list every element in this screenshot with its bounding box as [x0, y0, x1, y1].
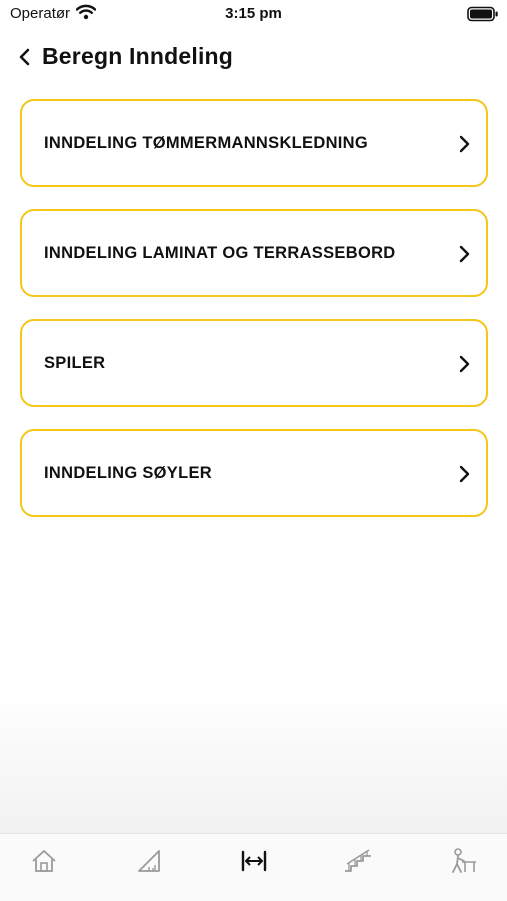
battery-icon	[467, 6, 499, 27]
menu-item-spiler[interactable]: SPILER	[20, 319, 488, 407]
page-title: Beregn Inndeling	[42, 43, 234, 69]
menu-item-label: INNDELING TØMMERMANNSKLEDNING	[44, 133, 369, 152]
back-button[interactable]	[14, 44, 38, 70]
menu-item-label: SPILER	[44, 353, 106, 372]
menu-list: INNDELING TØMMERMANNSKLEDNING INNDELING …	[20, 99, 488, 539]
tab-stairs[interactable]	[341, 846, 375, 876]
tab-angle[interactable]	[132, 846, 166, 876]
bottom-fade	[0, 690, 507, 835]
chevron-right-icon	[459, 465, 470, 483]
stairs-icon	[345, 849, 371, 872]
tab-home[interactable]	[27, 846, 61, 876]
ruler-triangle-icon	[138, 850, 160, 872]
status-time: 3:15 pm	[225, 5, 282, 22]
worker-icon	[452, 848, 476, 873]
navigation-bar: Beregn Inndeling	[0, 40, 507, 74]
chevron-left-icon	[19, 48, 30, 66]
menu-item-soyler[interactable]: INNDELING SØYLER	[20, 429, 488, 517]
chevron-right-icon	[459, 135, 470, 153]
home-icon	[32, 850, 56, 872]
tab-bar	[0, 833, 507, 901]
tab-spacing[interactable]	[237, 846, 271, 876]
tab-worker[interactable]	[446, 846, 480, 876]
menu-item-tommermannskledning[interactable]: INNDELING TØMMERMANNSKLEDNING	[20, 99, 488, 187]
menu-item-laminat-terrassebord[interactable]: INNDELING LAMINAT OG TERRASSEBORD	[20, 209, 488, 297]
chevron-right-icon	[459, 355, 470, 373]
menu-item-label: INNDELING SØYLER	[44, 463, 212, 482]
chevron-right-icon	[459, 245, 470, 263]
status-bar: Operatør 3:15 pm	[0, 0, 507, 28]
spacing-icon	[241, 850, 267, 872]
menu-item-label: INNDELING LAMINAT OG TERRASSEBORD	[44, 243, 396, 262]
